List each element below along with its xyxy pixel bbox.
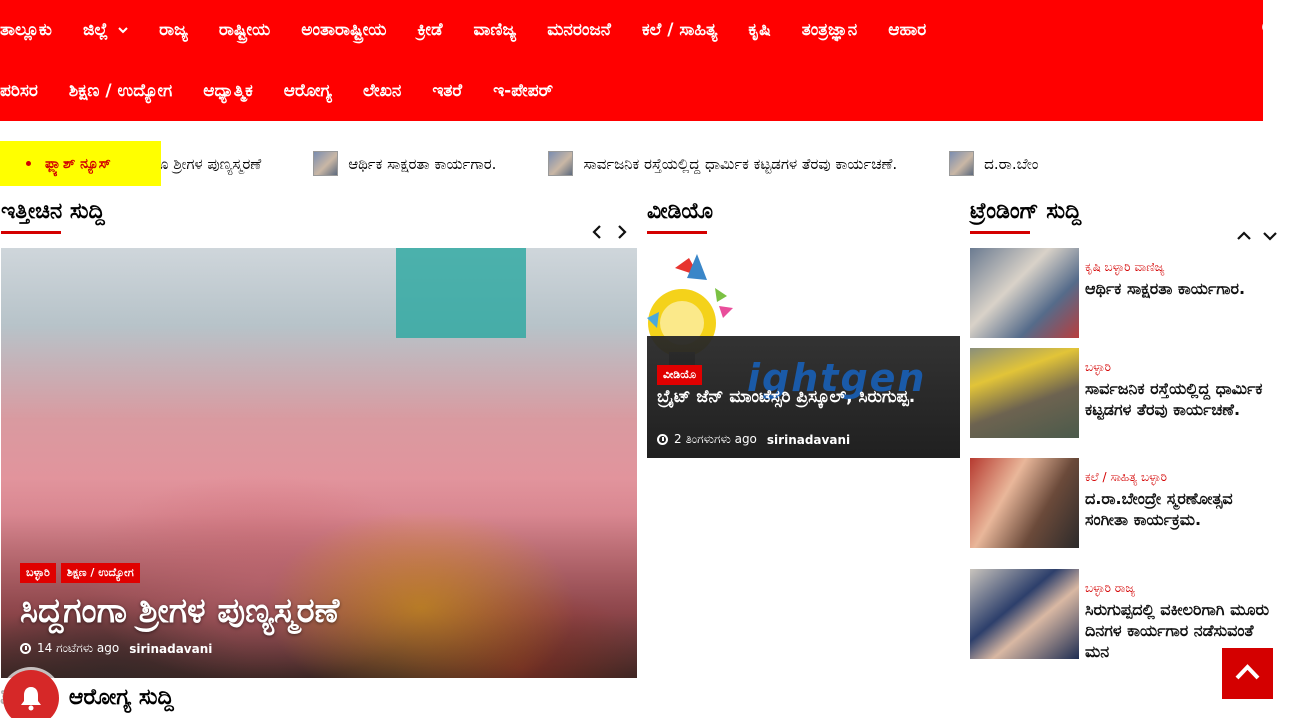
list-item[interactable]: ಕೃಷಿ ಬಳ್ಳಾರಿ ವಾಣಿಜ್ಯ ಆರ್ಥಿಕ ಸಾಕ್ಷರತಾ ಕಾರ… <box>970 248 1280 338</box>
nav-item-epaper[interactable]: ಇ-ಪೇಪರ್ <box>493 81 553 101</box>
ticker-item[interactable]: ಸಾರ್ವಜನಿಕ ರಸ್ತೆಯಲ್ಲಿದ್ದ ಧಾರ್ಮಿಕ ಕಟ್ಟಡಗಳ … <box>548 151 897 176</box>
nav-item-international[interactable]: ಅಂತಾರಾಷ್ಟ್ರೀಯ <box>301 20 386 40</box>
nav-item-articles[interactable]: ಲೇಖನ <box>363 81 401 101</box>
ticker-item[interactable]: ದ.ರಾ.ಬೇಂ <box>949 151 1038 176</box>
chevron-down-icon[interactable] <box>1263 225 1277 246</box>
ticker-item-text: ೂ ಶ್ರೀಗಳ ಪುಣ್ಯಸ್ಮರಣೆ <box>147 154 262 173</box>
post-categories: ವೀಡಿಯೊ <box>657 363 703 385</box>
nav-item-technology[interactable]: ತಂತ್ರಜ್ಞಾನ <box>802 20 858 40</box>
chevron-up-icon <box>1235 664 1260 680</box>
bullet-icon <box>26 161 31 166</box>
ticker-item-text: ಸಾರ್ವಜನಿಕ ರಸ್ತೆಯಲ್ಲಿದ್ದ ಧಾರ್ಮಿಕ ಕಟ್ಟಡಗಳ … <box>583 154 898 173</box>
category-badge[interactable]: ವೀಡಿಯೊ <box>657 365 703 385</box>
heading-underline <box>970 231 1030 234</box>
ticker-item-text: ದ.ರಾ.ಬೇಂ <box>984 154 1039 173</box>
nav-item-others[interactable]: ಇತರೆ <box>432 81 462 101</box>
video-post[interactable]: ightgen ವೀಡಿಯೊ ಬ್ರೈಟ್ ಜೆನ್ ಮಾಂಟೆಸ್ಸರಿ ಪ್… <box>647 248 960 458</box>
post-thumbnail[interactable] <box>970 569 1079 659</box>
chevron-down-icon <box>118 23 128 37</box>
flash-news-ticker: ಫ್ಲ್ಯಾಶ್ ನ್ಯೂಸ್ ೂ ಶ್ರೀಗಳ ಪುಣ್ಯಸ್ಮರಣೆ ಆರ್… <box>0 141 1283 186</box>
nav-item-food[interactable]: ಆಹಾರ <box>888 20 926 40</box>
post-author[interactable]: sirinadavani <box>129 642 212 656</box>
nav-item-entertainment[interactable]: ಮನರಂಜನೆ <box>547 20 611 40</box>
ticker-item[interactable]: ೂ ಶ್ರೀಗಳ ಪುಣ್ಯಸ್ಮರಣೆ <box>147 155 261 173</box>
post-meta: 14 ಗಂಟೆಗಳು ago sirinadavani <box>20 641 212 656</box>
latest-news-heading: ಇತ್ತೀಚಿನ ಸುದ್ದಿ <box>1 199 105 224</box>
ticker-thumbnail <box>313 151 339 176</box>
bell-icon[interactable] <box>3 670 59 718</box>
post-title[interactable]: ಸಿದ್ದಗಂಗಾ ಶ್ರೀಗಳ ಪುಣ್ಯಸ್ಮರಣೆ <box>20 591 339 631</box>
list-item[interactable]: ಬಳ್ಳಾರಿ ಸಾರ್ವಜನಿಕ ರಸ್ತೆಯಲ್ಲಿದ್ದ ಧಾರ್ಮಿಕ … <box>970 348 1280 438</box>
clock-icon <box>657 434 668 445</box>
ticker-item[interactable]: ಆರ್ಥಿಕ ಸಾಕ್ಷರತಾ ಕಾರ್ಯಗಾರ. <box>313 151 496 176</box>
main-navigation: ತಾಲ್ಲೂಕು ಜಿಲ್ಲೆ ರಾಜ್ಯ ರಾಷ್ಟ್ರೀಯ ಅಂತಾರಾಷ್… <box>0 0 1280 121</box>
nav-item-agriculture[interactable]: ಕೃಷಿ <box>748 20 770 40</box>
nav-item-district[interactable]: ಜಿಲ್ಲೆ <box>83 20 128 40</box>
nav-item-environment[interactable]: ಪರಿಸರ <box>0 81 38 101</box>
nav-item-health[interactable]: ಆರೋಗ್ಯ <box>284 81 332 101</box>
category-badge[interactable]: ಬಳ್ಳಾರಿ <box>20 563 56 583</box>
flash-news-label-text: ಫ್ಲ್ಯಾಶ್ ನ್ಯೂಸ್ <box>45 155 111 172</box>
nav-item-education-jobs[interactable]: ಶಿಕ್ಷಣ / ಉದ್ಯೋಗ <box>69 81 172 101</box>
featured-image <box>396 248 526 338</box>
heading-underline <box>1 231 61 234</box>
heading-underline <box>647 231 707 234</box>
post-categories[interactable]: ಕೃಷಿ ಬಳ್ಳಾರಿ ವಾಣಿಜ್ಯ <box>1085 260 1165 275</box>
search-icon[interactable] <box>1261 19 1283 41</box>
nav-item-district-label: ಜಿಲ್ಲೆ <box>82 20 109 40</box>
nav-item-sports[interactable]: ಕ್ರೀಡೆ <box>417 20 442 40</box>
back-to-top-button[interactable] <box>1222 648 1273 699</box>
post-time: 2 ತಿಂಗಳುಗಳು ago <box>674 432 757 446</box>
post-categories[interactable]: ಬಳ್ಳಾರಿ <box>1085 360 1111 375</box>
list-item[interactable]: ಕಲೆ / ಸಾಹಿತ್ಯ ಬಳ್ಳಾರಿ ದ.ರಾ.ಬೇಂದ್ರೇ ಸ್ಮರಣ… <box>970 458 1280 548</box>
post-author[interactable]: sirinadavani <box>767 433 850 447</box>
nav-row-2: ಪರಿಸರ ಶಿಕ್ಷಣ / ಉದ್ಯೋಗ ಆಧ್ಯಾತ್ಮಿಕ ಆರೋಗ್ಯ … <box>0 60 584 121</box>
post-title[interactable]: ಸಾರ್ವಜನಿಕ ರಸ್ತೆಯಲ್ಲಿದ್ದ ಧಾರ್ಮಿಕ ಕಟ್ಟಡಗಳ … <box>1085 378 1280 420</box>
nav-item-art-literature[interactable]: ಕಲೆ / ಸಾಹಿತ್ಯ <box>642 20 717 40</box>
list-item[interactable]: ಬಳ್ಳಾರಿ ರಾಜ್ಯ ಸಿರುಗುಪ್ಪದಲ್ಲಿ ವಕೀಲರಿಗಾಗಿ … <box>970 569 1280 661</box>
video-heading: ವೀಡಿಯೊ <box>647 199 714 224</box>
post-thumbnail[interactable] <box>970 248 1079 338</box>
chevron-right-icon[interactable] <box>617 223 627 244</box>
chevron-up-icon[interactable] <box>1237 225 1251 246</box>
nav-item-taluk[interactable]: ತಾಲ್ಲೂಕು <box>0 20 52 40</box>
post-categories: ಬಳ್ಳಾರಿ ಶಿಕ್ಷಣ / ಉದ್ಯೋಗ <box>20 563 140 583</box>
post-thumbnail[interactable] <box>970 458 1079 548</box>
trending-heading: ಟ್ರೆಂಡಿಂಗ್ ಸುದ್ದಿ <box>970 199 1082 224</box>
ticker-thumbnail <box>548 151 574 176</box>
nav-item-commerce[interactable]: ವಾಣಿಜ್ಯ <box>474 20 517 40</box>
post-meta: 2 ತಿಂಗಳುಗಳು ago sirinadavani <box>657 432 850 447</box>
flash-news-label: ಫ್ಲ್ಯಾಶ್ ನ್ಯೂಸ್ <box>0 141 161 186</box>
post-time: 14 ಗಂಟೆಗಳು ago <box>37 641 120 655</box>
nav-row-1: ತಾಲ್ಲೂಕು ಜಿಲ್ಲೆ ರಾಜ್ಯ ರಾಷ್ಟ್ರೀಯ ಅಂತಾರಾಷ್… <box>0 0 957 60</box>
ticker-track: ೂ ಶ್ರೀಗಳ ಪುಣ್ಯಸ್ಮರಣೆ ಆರ್ಥಿಕ ಸಾಕ್ಷರತಾ ಕಾರ… <box>147 141 1090 186</box>
post-title[interactable]: ದ.ರಾ.ಬೇಂದ್ರೇ ಸ್ಮರಣೋತ್ಸವ ಸಂಗೀತಾ ಕಾರ್ಯಕ್ರಮ… <box>1085 488 1280 530</box>
post-thumbnail[interactable] <box>970 348 1079 438</box>
nav-item-national[interactable]: ರಾಷ್ಟ್ರೀಯ <box>219 20 270 40</box>
chevron-left-icon[interactable] <box>592 223 602 244</box>
post-categories[interactable]: ಕಲೆ / ಸಾಹಿತ್ಯ ಬಳ್ಳಾರಿ <box>1085 470 1167 485</box>
nav-item-state[interactable]: ರಾಜ್ಯ <box>159 20 188 40</box>
category-badge[interactable]: ಶಿಕ್ಷಣ / ಉದ್ಯೋಗ <box>60 563 140 583</box>
featured-post[interactable]: ಬಳ್ಳಾರಿ ಶಿಕ್ಷಣ / ಉದ್ಯೋಗ ಸಿದ್ದಗಂಗಾ ಶ್ರೀಗಳ… <box>1 248 637 678</box>
ticker-item-text: ಆರ್ಥಿಕ ಸಾಕ್ಷರತಾ ಕಾರ್ಯಗಾರ. <box>348 154 497 173</box>
post-title[interactable]: ಬ್ರೈಟ್ ಜೆನ್ ಮಾಂಟೆಸ್ಸರಿ ಪ್ರಿಸ್ಕೂಲ್, ಸಿರುಗ… <box>657 386 947 408</box>
clock-icon <box>20 643 31 654</box>
post-title[interactable]: ಆರ್ಥಿಕ ಸಾಕ್ಷರತಾ ಕಾರ್ಯಗಾರ. <box>1085 278 1280 299</box>
post-categories[interactable]: ಬಳ್ಳಾರಿ ರಾಜ್ಯ <box>1085 581 1135 596</box>
ticker-thumbnail <box>949 151 975 176</box>
nav-item-spiritual[interactable]: ಆಧ್ಯಾತ್ಮಿಕ <box>203 81 253 101</box>
